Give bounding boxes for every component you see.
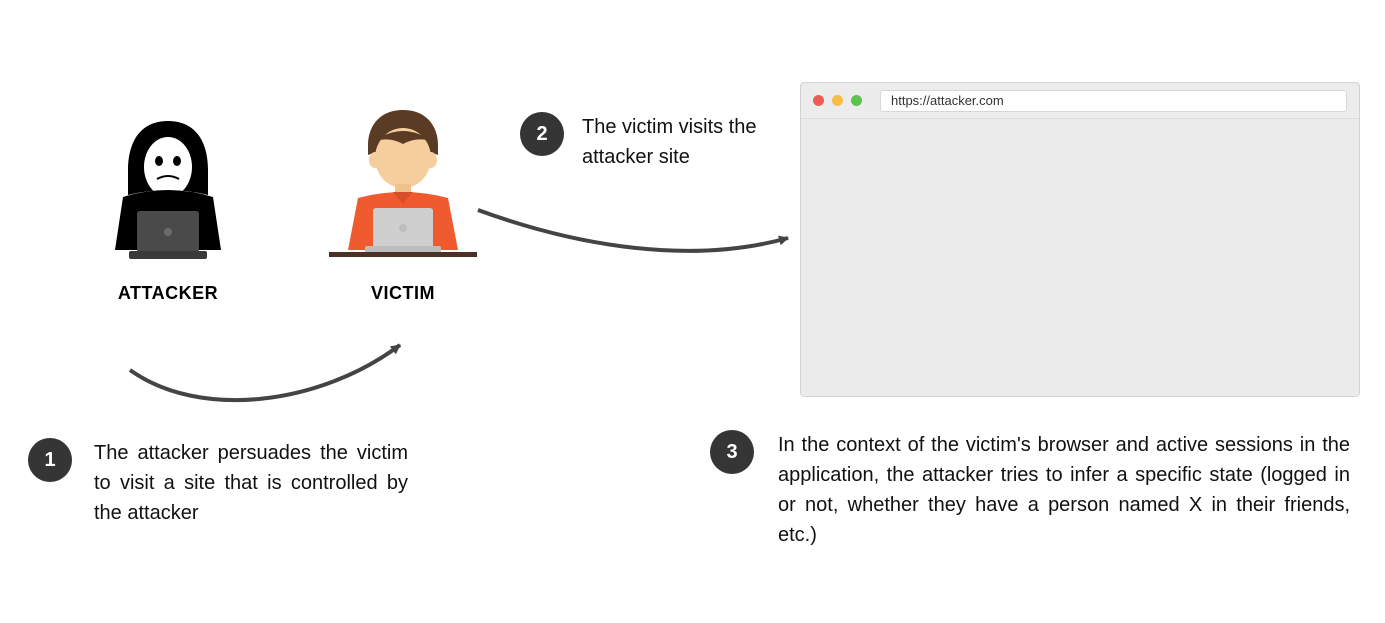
- window-maximize-icon: [851, 95, 862, 106]
- arrow-victim-to-browser: [478, 210, 788, 251]
- window-close-icon: [813, 95, 824, 106]
- arrow-attacker-to-victim: [130, 345, 400, 400]
- step-3-text: In the context of the victim's browser a…: [778, 430, 1350, 550]
- victim-figure: VICTIM: [323, 100, 483, 304]
- victim-label: VICTIM: [323, 283, 483, 304]
- step-3-badge: 3: [710, 430, 754, 474]
- step-2-badge: 2: [520, 112, 564, 156]
- attacker-figure: ATTACKER: [93, 115, 243, 304]
- window-minimize-icon: [832, 95, 843, 106]
- step-2-text: The victim visits the attacker site: [582, 112, 780, 172]
- step-2: 2 The victim visits the attacker site: [520, 112, 780, 172]
- attacker-icon: [103, 115, 233, 265]
- browser-window: https://attacker.com: [800, 82, 1360, 397]
- attacker-label: ATTACKER: [93, 283, 243, 304]
- address-bar: https://attacker.com: [880, 90, 1347, 112]
- step-1-text: The attacker persuades the victim to vis…: [94, 438, 408, 528]
- victim-icon: [323, 100, 483, 265]
- browser-titlebar: https://attacker.com: [801, 83, 1359, 119]
- step-1: 1 The attacker persuades the victim to v…: [28, 438, 408, 528]
- step-1-badge: 1: [28, 438, 72, 482]
- step-3: 3 In the context of the victim's browser…: [710, 430, 1350, 550]
- browser-body: [801, 119, 1359, 396]
